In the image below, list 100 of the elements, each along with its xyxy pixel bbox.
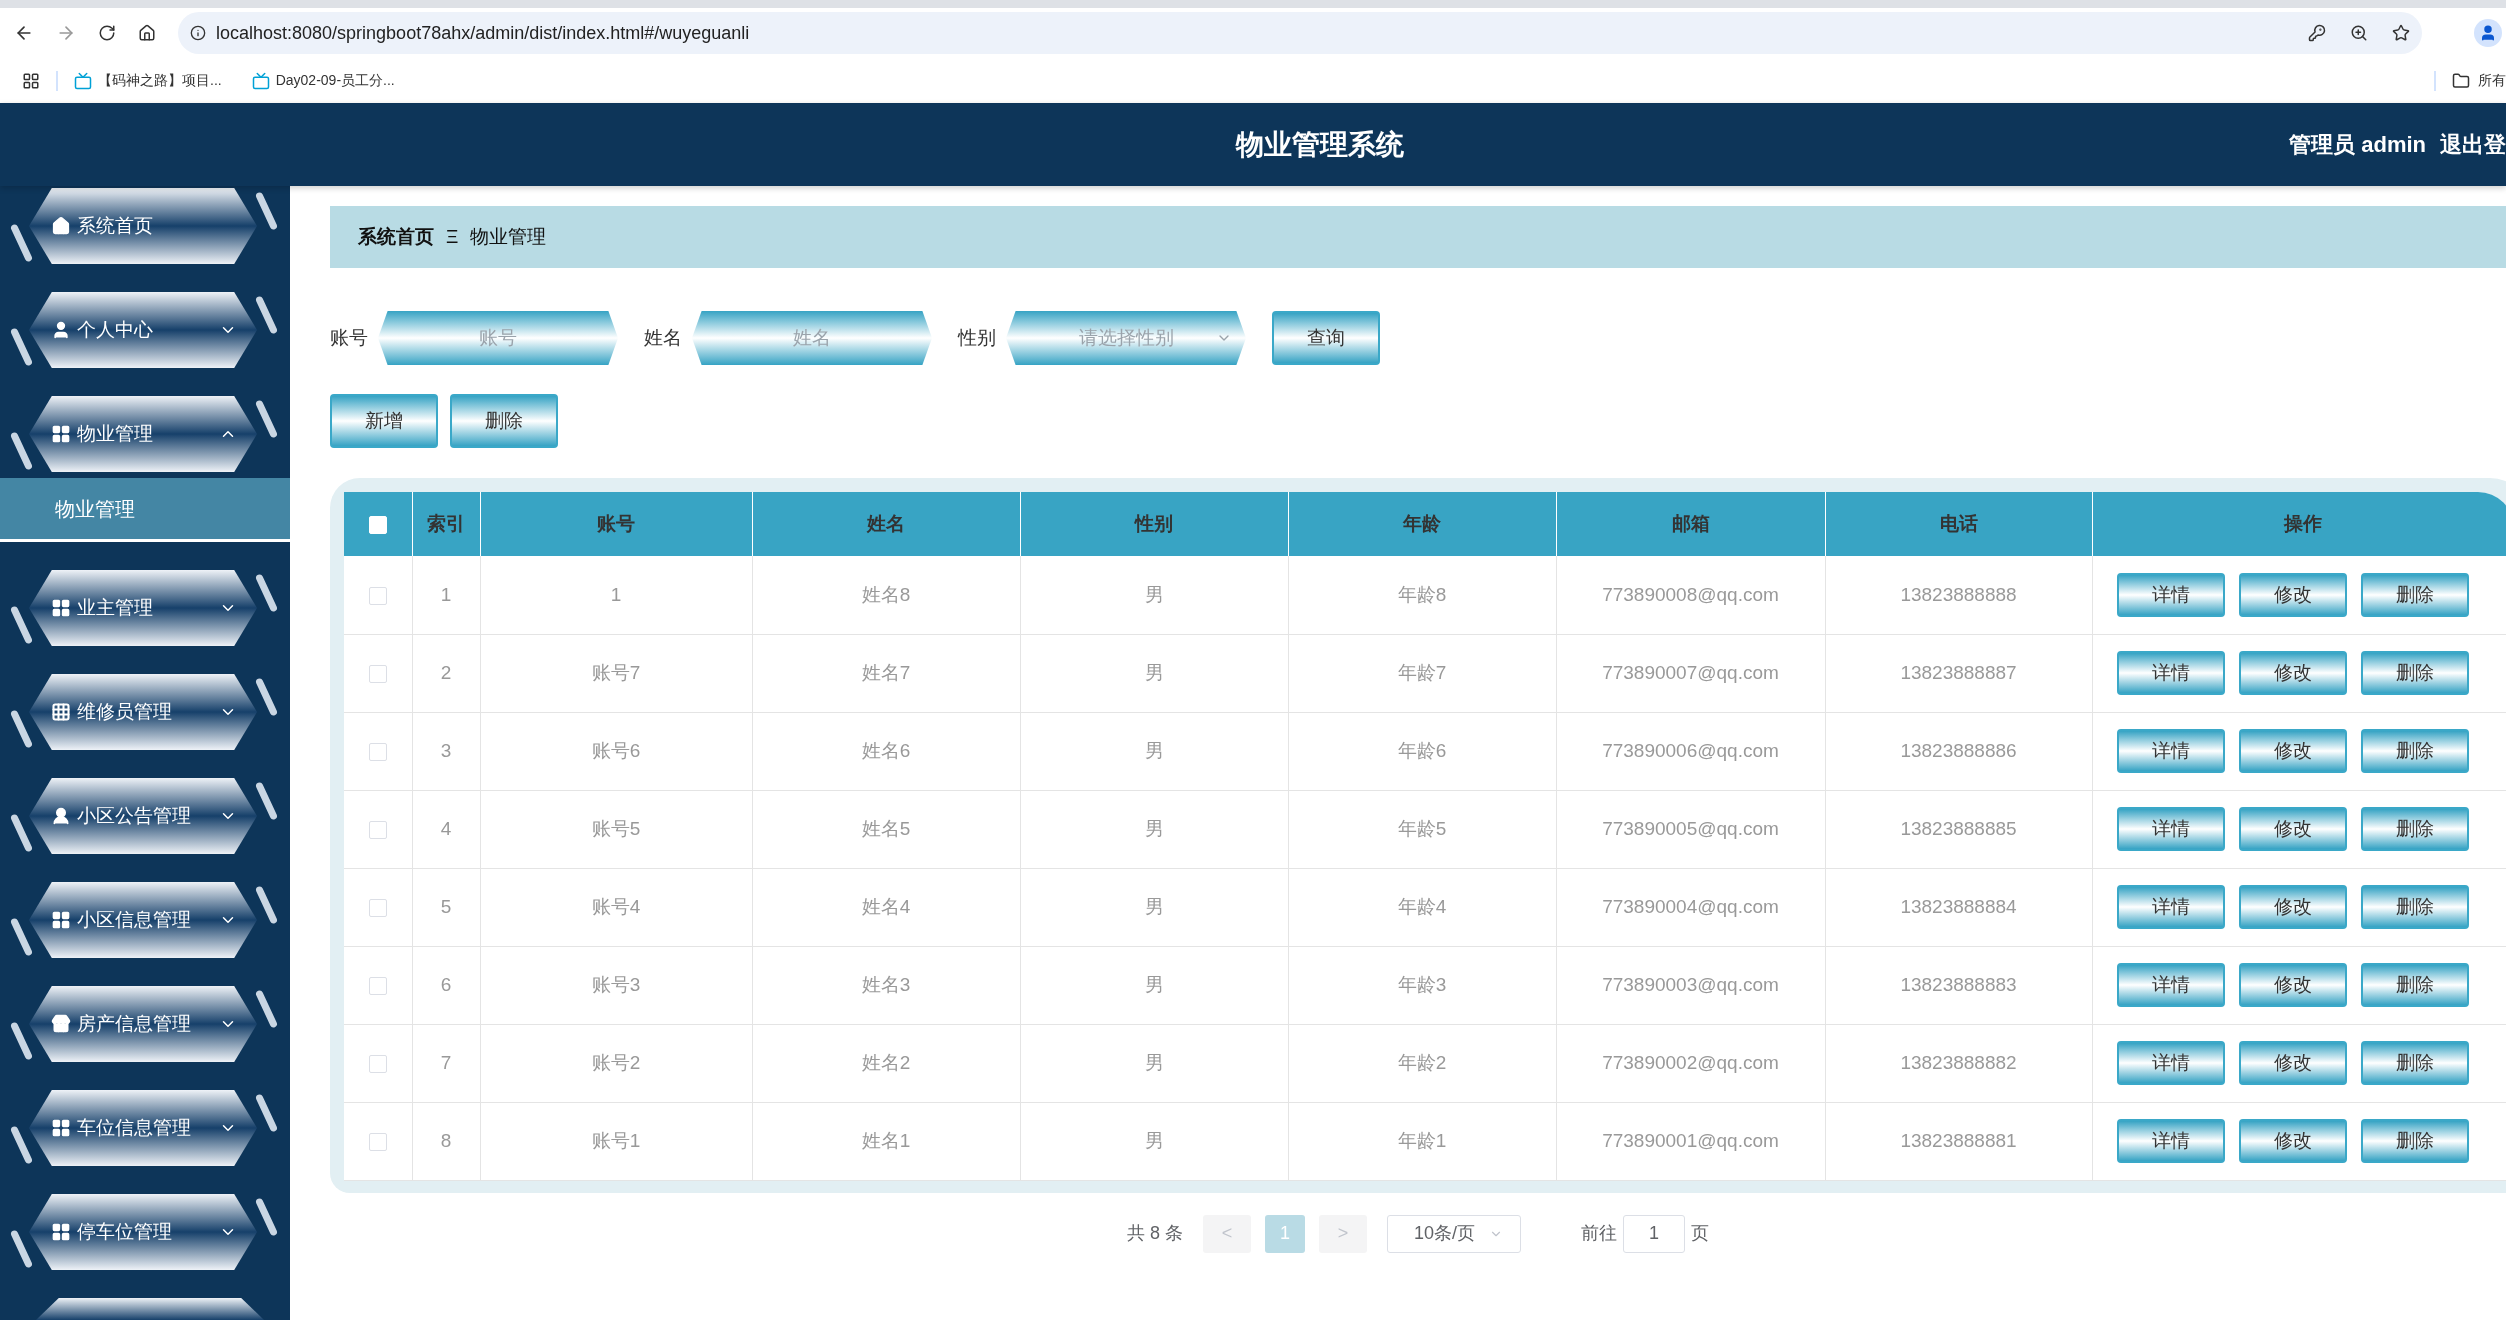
table-cell: 773890003@qq.com — [1556, 946, 1825, 1024]
table-cell: 13823888888 — [1825, 556, 2092, 634]
info-icon — [190, 25, 206, 41]
table-cell: 姓名5 — [752, 790, 1020, 868]
row-checkbox[interactable] — [368, 664, 387, 683]
delete-button[interactable]: 删除 — [2361, 963, 2470, 1007]
search-field[interactable]: 账号 — [378, 311, 618, 365]
table-cell: 男 — [1020, 946, 1288, 1024]
table-cell: 773890001@qq.com — [1556, 1102, 1825, 1180]
edit-button[interactable]: 修改 — [2239, 885, 2348, 929]
grid-icon — [51, 424, 71, 444]
delete-button[interactable]: 删除 — [2361, 572, 2470, 617]
delete-button[interactable]: 删除 — [450, 394, 558, 448]
bookmark[interactable]: 【码神之路】项目... — [74, 70, 222, 91]
table-cell: 姓名4 — [752, 868, 1020, 946]
table-cell: 1 — [480, 556, 752, 634]
delete-button[interactable]: 删除 — [2361, 651, 2470, 695]
column-header: 操作 — [2092, 492, 2506, 556]
table-cell: 年龄4 — [1288, 868, 1556, 946]
sidebar-item[interactable]: 小区公告管理 — [29, 778, 257, 854]
sidebar-item[interactable]: 车位信息管理 — [29, 1090, 257, 1166]
column-header: 电话 — [1825, 492, 2092, 556]
sidebar-item[interactable]: 小区信息管理 — [29, 882, 257, 958]
details-button[interactable]: 详情 — [2117, 572, 2226, 617]
table-cell: 年龄3 — [1288, 946, 1556, 1024]
bookmark[interactable]: Day02-09-员工分... — [251, 70, 395, 91]
sidebar-item[interactable]: 停车位管理 — [29, 1194, 257, 1270]
table-cell: 男 — [1020, 712, 1288, 790]
address-bar[interactable]: localhost:8080/springboot78ahx/admin/dist/index.html#/wuyeguanli — [178, 12, 2422, 54]
table-cell: 账号3 — [480, 946, 752, 1024]
sidebar-item[interactable]: 系统首页 — [29, 188, 257, 264]
edit-button[interactable]: 修改 — [2239, 1041, 2348, 1085]
zoom-icon[interactable] — [2350, 24, 2368, 42]
row-checkbox[interactable] — [368, 586, 387, 605]
table-cell: 男 — [1020, 634, 1288, 712]
home-icon[interactable] — [138, 24, 156, 42]
row-checkbox[interactable] — [368, 976, 387, 995]
details-button[interactable]: 详情 — [2117, 807, 2226, 851]
delete-button[interactable]: 删除 — [2361, 729, 2470, 773]
edit-button[interactable]: 修改 — [2239, 963, 2348, 1007]
bookmark-folder[interactable]: 所有 — [2452, 70, 2506, 91]
table-cell: 男 — [1020, 1102, 1288, 1180]
edit-button[interactable]: 修改 — [2239, 1119, 2348, 1163]
table-cell: 2 — [412, 634, 480, 712]
sidebar-item[interactable]: 物业管理 — [29, 396, 257, 472]
page-input[interactable]: 1 — [1623, 1214, 1685, 1253]
table-cell: 773890002@qq.com — [1556, 1024, 1825, 1102]
table-cell: 男 — [1020, 1024, 1288, 1102]
star-icon[interactable] — [2392, 24, 2410, 42]
sidebar-item[interactable]: 房产信息管理 — [29, 986, 257, 1062]
details-button[interactable]: 详情 — [2117, 885, 2226, 929]
profile-icon[interactable] — [2474, 19, 2502, 47]
row-checkbox[interactable] — [368, 898, 387, 917]
store-icon — [51, 1014, 71, 1034]
apps-icon[interactable] — [22, 71, 40, 90]
table-cell: 13823888884 — [1825, 868, 2092, 946]
filter-label: 姓名 — [644, 325, 682, 350]
row-checkbox[interactable] — [368, 742, 387, 761]
filter-label: 账号 — [330, 325, 368, 350]
grid-icon — [51, 702, 71, 722]
details-button[interactable]: 详情 — [2117, 729, 2226, 773]
edit-button[interactable]: 修改 — [2239, 572, 2348, 617]
tv-icon — [74, 71, 92, 90]
user-icon — [51, 320, 71, 340]
details-button[interactable]: 详情 — [2117, 963, 2226, 1007]
sidebar-item[interactable]: 个人中心 — [29, 292, 257, 368]
key-icon[interactable] — [2308, 24, 2326, 42]
delete-button[interactable]: 删除 — [2361, 1119, 2470, 1163]
search-button[interactable]: 查询 — [1272, 311, 1380, 365]
table-cell: 13823888885 — [1825, 790, 2092, 868]
table-cell: 姓名8 — [752, 556, 1020, 634]
details-button[interactable]: 详情 — [2117, 651, 2226, 695]
delete-button[interactable]: 删除 — [2361, 885, 2470, 929]
edit-button[interactable]: 修改 — [2239, 807, 2348, 851]
search-field[interactable]: 姓名 — [692, 311, 932, 365]
breadcrumb-current: 物业管理 — [470, 224, 547, 249]
breadcrumb-home[interactable]: 系统首页 — [358, 222, 434, 252]
table-cell: 773890006@qq.com — [1556, 712, 1825, 790]
sidebar-item[interactable]: 业主管理 — [29, 570, 257, 646]
submenu-item[interactable]: 物业管理 — [0, 478, 290, 542]
delete-button[interactable]: 删除 — [2361, 1041, 2470, 1085]
row-checkbox[interactable] — [368, 1054, 387, 1073]
details-button[interactable]: 详情 — [2117, 1041, 2226, 1085]
logout-link[interactable]: 退出登 — [2440, 128, 2506, 161]
folder-icon — [2452, 71, 2470, 90]
page-size-select[interactable]: 10条/页 — [1387, 1214, 1521, 1253]
select-all-checkbox[interactable] — [368, 515, 387, 534]
grid-icon — [51, 598, 71, 618]
delete-button[interactable]: 删除 — [2361, 807, 2470, 851]
column-header: 账号 — [480, 492, 752, 556]
row-checkbox[interactable] — [368, 820, 387, 839]
row-checkbox[interactable] — [368, 1132, 387, 1151]
details-button[interactable]: 详情 — [2117, 1119, 2226, 1163]
edit-button[interactable]: 修改 — [2239, 651, 2348, 695]
sidebar-item[interactable]: 维修员管理 — [29, 674, 257, 750]
edit-button[interactable]: 修改 — [2239, 729, 2348, 773]
reload-icon[interactable] — [98, 24, 116, 42]
goto-label: 前往 — [1581, 1222, 1617, 1245]
table-cell: 7 — [412, 1024, 480, 1102]
add-button[interactable]: 新增 — [330, 394, 438, 448]
